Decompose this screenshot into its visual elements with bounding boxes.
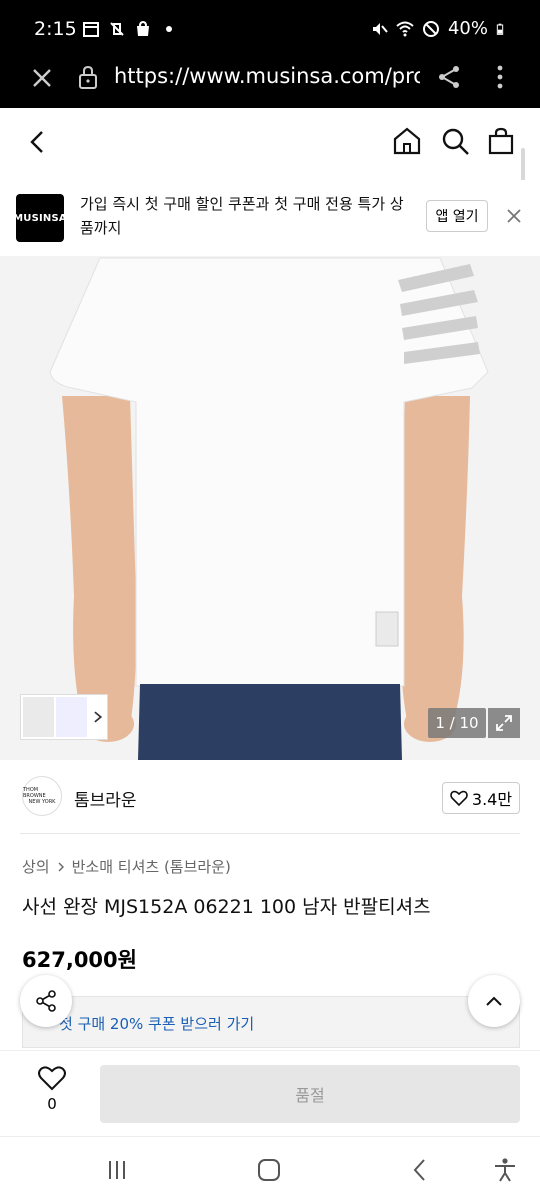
scroll-to-top-button[interactable] [468,975,520,1027]
app-install-banner: MUSINSA 가입 즉시 첫 구매 할인 쿠폰과 첫 구매 전용 특가 상품까… [0,180,540,256]
purchase-bar: 0 품절 [0,1050,540,1136]
brand-like-count: 3.4만 [471,790,513,809]
dot-icon [166,26,172,32]
back-nav-icon[interactable] [408,1157,434,1183]
back-icon[interactable] [24,128,52,156]
divider [20,833,520,834]
banner-message: 가입 즉시 첫 구매 할인 쿠폰과 첫 구매 전용 특가 상품까지 [80,195,404,237]
expand-icon [496,715,512,731]
product-title: 사선 완장 MJS152A 06221 100 남자 반팔티셔츠 [22,896,431,918]
chevron-up-icon [486,996,502,1006]
status-bar: 2:15 40% [0,0,540,56]
search-icon[interactable] [440,126,470,156]
muted-call-icon [110,22,124,36]
lock-icon[interactable] [76,64,100,90]
breadcrumb-item[interactable]: 반소매 티셔츠 (톰브라운) [72,856,231,877]
heart-icon [38,1066,66,1091]
product-image[interactable]: 1 / 10 [0,256,540,760]
thumbnail-image[interactable] [23,697,55,737]
wifi-icon [396,21,414,36]
share-button[interactable] [20,975,72,1027]
close-icon[interactable] [28,64,56,92]
heart-icon [450,790,468,807]
thumbnail-strip[interactable] [20,694,108,740]
mute-icon [372,22,388,35]
share-icon[interactable] [436,64,462,90]
thumbnail-image[interactable] [56,697,88,737]
app-header [0,108,540,178]
product-price: 627,000원 [22,948,137,972]
url-field[interactable]: https://www.musinsa.com/produ [114,64,420,88]
browser-toolbar: https://www.musinsa.com/produ [0,56,540,108]
coupon-text[interactable]: 첫 구매 20% 쿠폰 받으러 가기 [59,1013,254,1034]
expand-button[interactable] [488,708,520,738]
musinsa-logo: MUSINSA [13,194,67,242]
shopping-bag-icon [137,20,149,36]
more-options-icon[interactable] [490,62,510,92]
battery-percent: 40% [447,18,488,39]
open-app-button[interactable]: 앱 열기 [426,200,488,232]
breadcrumb: 상의 반소매 티셔츠 (톰브라운) [22,856,231,877]
recent-apps-icon[interactable] [104,1157,130,1183]
chevron-right-icon [58,862,64,871]
home-nav-icon[interactable] [256,1157,282,1183]
soldout-button[interactable]: 품절 [100,1065,520,1123]
tshirt-photo [0,256,540,760]
brand-logo[interactable]: THOM BROWNE NEW YORK [22,776,62,816]
breadcrumb-item[interactable]: 상의 [22,856,50,877]
brand-name[interactable]: 톰브라운 [74,786,137,811]
do-not-disturb-icon [422,20,439,37]
brand-row: THOM BROWNE NEW YORK 톰브라운 3.4만 [0,768,540,828]
home-icon[interactable] [392,126,422,156]
android-navigation-bar [0,1136,540,1200]
coupon-banner[interactable]: 첫 구매 20% 쿠폰 받으러 가기 [22,996,520,1048]
image-counter: 1 / 10 [428,708,486,738]
cart-icon[interactable] [486,126,516,156]
calendar-icon [83,22,99,37]
brand-like-button[interactable]: 3.4만 [442,782,520,814]
status-time: 2:15 [34,18,77,40]
share-icon [36,990,56,1012]
brand-logo-line2: NEW YORK [28,799,56,805]
chevron-right-icon[interactable] [91,710,105,724]
accessibility-icon[interactable] [492,1157,518,1183]
battery-icon [496,23,504,35]
status-system-icons: 40% [370,18,508,39]
wishlist-count: 0 [47,1095,57,1113]
brand-logo-line1: THOM BROWNE [23,787,46,799]
wishlist-button[interactable]: 0 [30,1065,74,1121]
close-banner-icon[interactable] [506,208,522,224]
status-notification-icons [82,20,178,38]
